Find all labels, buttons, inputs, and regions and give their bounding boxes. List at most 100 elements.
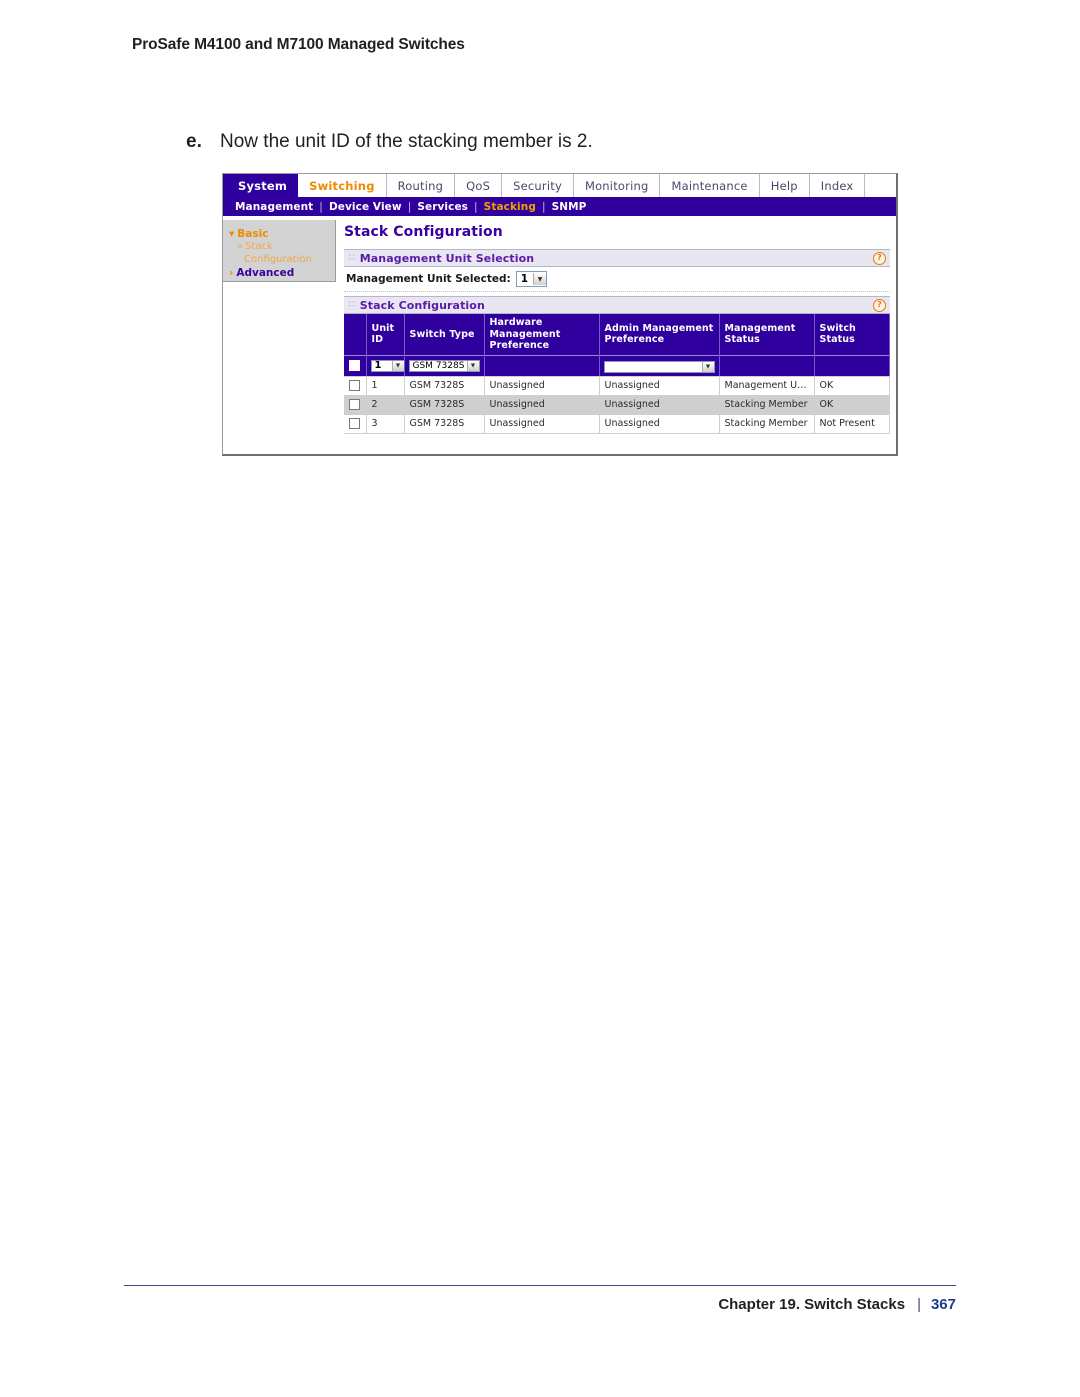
table-row[interactable]: 1 GSM 7328S Unassigned Unassigned Manage… bbox=[344, 376, 890, 396]
footer-separator: | bbox=[917, 1296, 921, 1313]
grip-icon-stack: ∷ bbox=[349, 300, 355, 310]
cell-management-status: Management Unit bbox=[719, 376, 815, 396]
cell-management-status: Stacking Member bbox=[719, 395, 815, 415]
filter-hardware-management-preference-cell bbox=[484, 354, 600, 377]
column-header-hardware-management-preference: Hardware Management Preference bbox=[484, 314, 600, 355]
sidebar-item-stack-label: Stack bbox=[245, 241, 273, 252]
footer-page-number: 367 bbox=[930, 1296, 956, 1313]
subtab-separator-2: | bbox=[407, 200, 412, 213]
chevron-right-icon: » bbox=[237, 241, 244, 252]
filter-unit-id-value: 1 bbox=[374, 360, 382, 371]
table-filter-row: 1 ▼ GSM 7328S ▼ ▼ bbox=[344, 354, 890, 377]
tab-routing[interactable]: Routing bbox=[386, 174, 456, 197]
subtab-management[interactable]: Management bbox=[231, 201, 317, 213]
page-title: Stack Configuration bbox=[344, 224, 503, 240]
filter-admin-management-preference-dropdown[interactable]: ▼ bbox=[603, 360, 715, 373]
table-header-row: Unit ID Switch Type Hardware Management … bbox=[344, 314, 890, 355]
filter-row-checkbox-cell bbox=[344, 354, 367, 377]
grip-icon: ∷ bbox=[349, 253, 355, 263]
panel-title-management-unit-selection: Management Unit Selection bbox=[359, 251, 535, 265]
filter-switch-type-cell: GSM 7328S ▼ bbox=[404, 354, 485, 377]
sidebar-panel: ▾ Basic » Stack Configuration › Advanced bbox=[223, 220, 336, 282]
step-instruction: e. Now the unit ID of the stacking member… bbox=[186, 131, 886, 153]
row-checkbox-cell bbox=[344, 395, 367, 415]
help-icon[interactable]: ? bbox=[873, 252, 886, 265]
management-unit-selected-label: Management Unit Selected: bbox=[346, 273, 511, 285]
table-row[interactable]: 3 GSM 7328S Unassigned Unassigned Stacki… bbox=[344, 414, 890, 434]
page-footer: Chapter 19. Switch Stacks | 367 bbox=[124, 1296, 956, 1313]
screenshot-body: ▾ Basic » Stack Configuration › Advanced St… bbox=[223, 216, 896, 454]
content-area: Stack Configuration ∷ Management Unit Se… bbox=[336, 216, 896, 454]
tab-monitoring[interactable]: Monitoring bbox=[573, 174, 661, 197]
cell-switch-status: OK bbox=[814, 395, 890, 415]
footer-rule bbox=[124, 1285, 956, 1286]
table-row[interactable]: 2 GSM 7328S Unassigned Unassigned Stacki… bbox=[344, 395, 890, 415]
cell-switch-type: GSM 7328S bbox=[404, 395, 485, 415]
tab-help[interactable]: Help bbox=[759, 174, 810, 197]
cell-switch-status: Not Present bbox=[814, 414, 890, 434]
filter-management-status-cell bbox=[719, 354, 815, 377]
row-checkbox[interactable] bbox=[349, 399, 361, 410]
chevron-down-icon-unit-id: ▼ bbox=[391, 360, 403, 371]
management-unit-selected-row: Management Unit Selected: 1 ▼ bbox=[346, 271, 888, 287]
cell-unit-id: 2 bbox=[366, 395, 405, 415]
subtab-separator-1: | bbox=[319, 200, 323, 213]
subtab-services[interactable]: Services bbox=[413, 201, 472, 213]
cell-hardware-management-preference: Unassigned bbox=[484, 414, 600, 434]
tab-system[interactable]: System bbox=[227, 174, 299, 197]
row-checkbox[interactable] bbox=[349, 380, 361, 391]
step-text: Now the unit ID of the stacking member i… bbox=[220, 131, 593, 152]
cell-hardware-management-preference: Unassigned bbox=[484, 376, 600, 396]
filter-admin-management-preference-cell: ▼ bbox=[599, 354, 720, 377]
subtab-device-view[interactable]: Device View bbox=[325, 201, 406, 213]
column-header-admin-management-preference: Admin Management Preference bbox=[599, 314, 720, 355]
sidebar-item-basic-label: Basic bbox=[237, 228, 269, 240]
row-checkbox-cell bbox=[344, 376, 367, 396]
management-unit-selected-dropdown[interactable]: 1 ▼ bbox=[515, 271, 548, 287]
sidebar-item-configuration-label[interactable]: Configuration bbox=[229, 254, 335, 267]
stack-configuration-table: Unit ID Switch Type Hardware Management … bbox=[344, 314, 890, 434]
filter-unit-id-cell: 1 ▼ bbox=[366, 354, 405, 377]
panel-header-stack-configuration[interactable]: ∷ Stack Configuration ? bbox=[344, 296, 890, 314]
select-all-checkbox[interactable] bbox=[349, 360, 361, 371]
panel-stack-configuration: ∷ Stack Configuration ? Unit ID Switch T… bbox=[344, 296, 890, 434]
footer-chapter: Chapter 19. Switch Stacks bbox=[718, 1296, 906, 1313]
column-header-switch-status: Switch Status bbox=[814, 314, 890, 355]
chevron-down-icon-admin-pref: ▼ bbox=[701, 361, 714, 372]
help-icon-stack[interactable]: ? bbox=[873, 299, 886, 312]
cell-admin-management-preference: Unassigned bbox=[599, 376, 720, 396]
cell-unit-id: 3 bbox=[366, 414, 405, 434]
panel-title-stack-configuration: Stack Configuration bbox=[359, 298, 485, 312]
tab-qos[interactable]: QoS bbox=[455, 174, 503, 197]
cell-switch-status: OK bbox=[814, 376, 890, 396]
step-label: e. bbox=[186, 131, 202, 152]
cell-hardware-management-preference: Unassigned bbox=[484, 395, 600, 415]
filter-unit-id-dropdown[interactable]: 1 ▼ bbox=[370, 359, 403, 372]
subtab-stacking[interactable]: Stacking bbox=[480, 201, 540, 213]
sidebar-item-advanced-label: Advanced bbox=[236, 267, 295, 279]
filter-switch-type-dropdown[interactable]: GSM 7328S ▼ bbox=[408, 359, 480, 372]
subtab-separator-4: | bbox=[541, 200, 546, 213]
cell-switch-type: GSM 7328S bbox=[404, 414, 485, 434]
cell-switch-type: GSM 7328S bbox=[404, 376, 485, 396]
subtab-separator-3: | bbox=[474, 200, 478, 213]
panel-header-management-unit-selection[interactable]: ∷ Management Unit Selection ? bbox=[344, 249, 890, 267]
column-header-switch-type: Switch Type bbox=[404, 314, 485, 355]
page-header: ProSafe M4100 and M7100 Managed Switches bbox=[132, 36, 465, 53]
sidebar-item-basic[interactable]: ▾ Basic bbox=[229, 228, 335, 241]
sidebar-item-stack-configuration[interactable]: » Stack bbox=[229, 241, 335, 254]
tab-row-filler bbox=[864, 174, 896, 197]
tab-index[interactable]: Index bbox=[809, 174, 865, 197]
tab-maintenance[interactable]: Maintenance bbox=[660, 174, 760, 197]
row-checkbox[interactable] bbox=[349, 418, 361, 429]
secondary-tab-row: Management | Device View | Services | St… bbox=[223, 197, 896, 216]
cell-admin-management-preference: Unassigned bbox=[599, 414, 720, 434]
tab-switching[interactable]: Switching bbox=[298, 174, 387, 197]
tab-security[interactable]: Security bbox=[502, 174, 574, 197]
sidebar-item-advanced[interactable]: › Advanced bbox=[229, 267, 335, 280]
subtab-snmp[interactable]: SNMP bbox=[548, 201, 591, 213]
panel-management-unit-selection: ∷ Management Unit Selection ? Management… bbox=[344, 249, 890, 292]
filter-switch-type-value: GSM 7328S bbox=[412, 360, 465, 371]
sidebar: ▾ Basic » Stack Configuration › Advanced bbox=[223, 216, 336, 454]
chevron-right-icon-advanced: › bbox=[229, 267, 234, 279]
